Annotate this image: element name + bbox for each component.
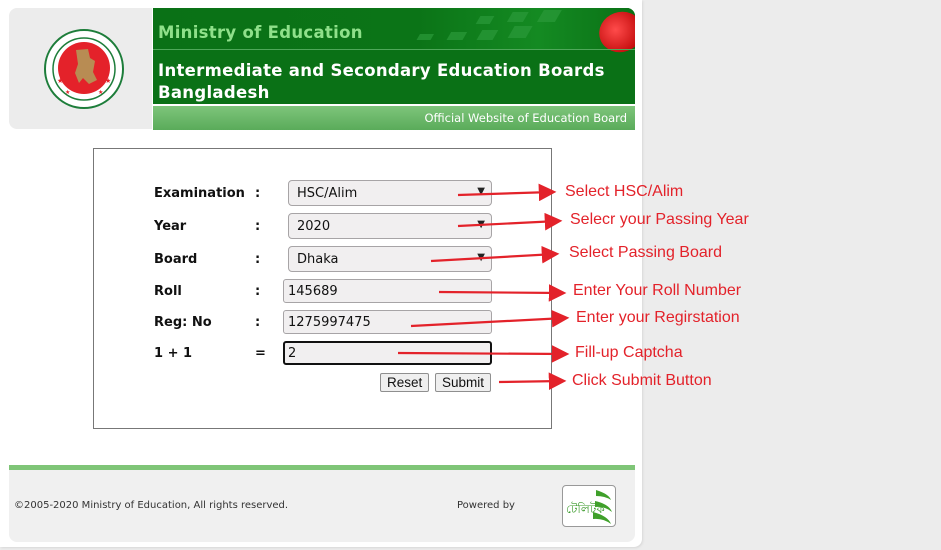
examination-colon: : bbox=[255, 186, 261, 201]
reg-no-input[interactable]: 1275997475 bbox=[283, 310, 492, 334]
roll-colon: : bbox=[255, 284, 261, 299]
year-label: Year bbox=[154, 219, 187, 234]
year-value: 2020 bbox=[297, 219, 331, 234]
year-colon: : bbox=[255, 219, 261, 234]
reset-button[interactable]: Reset bbox=[380, 373, 430, 392]
svg-text:★: ★ bbox=[105, 77, 111, 85]
banner-pattern-icon bbox=[416, 10, 562, 40]
chevron-down-icon: ▼ bbox=[477, 219, 485, 230]
boards-title-line2: Bangladesh bbox=[158, 83, 270, 102]
teletalk-logo[interactable]: টেলিটক bbox=[562, 485, 616, 527]
header-banner: Ministry of Education Intermediate and S… bbox=[153, 8, 635, 104]
chevron-down-icon: ▼ bbox=[477, 252, 485, 263]
boards-title: Intermediate and Secondary Education Boa… bbox=[158, 60, 605, 104]
teletalk-logo-icon: টেলিটক bbox=[566, 490, 612, 524]
annotation-year: Selecr your Passing Year bbox=[570, 211, 749, 228]
ministry-title: Ministry of Education bbox=[158, 23, 363, 42]
government-seal-icon: ★ ★ ★ ★ bbox=[44, 29, 124, 109]
svg-text:★: ★ bbox=[57, 77, 63, 85]
annotation-roll: Enter Your Roll Number bbox=[573, 282, 742, 299]
subtitle-bar: Official Website of Education Board bbox=[153, 105, 635, 130]
annotation-examination: Select HSC/Alim bbox=[565, 183, 684, 200]
board-value: Dhaka bbox=[297, 252, 339, 267]
roll-input[interactable]: 145689 bbox=[283, 279, 492, 303]
annotation-submit: Click Submit Button bbox=[572, 372, 712, 389]
examination-label: Examination bbox=[154, 186, 245, 201]
chevron-down-icon: ▼ bbox=[477, 186, 485, 197]
board-colon: : bbox=[255, 252, 261, 267]
boards-title-line1: Intermediate and Secondary Education Boa… bbox=[158, 61, 605, 80]
copyright-text: ©2005-2020 Ministry of Education, All ri… bbox=[14, 500, 289, 511]
examination-value: HSC/Alim bbox=[297, 186, 358, 201]
captcha-equals: = bbox=[255, 346, 266, 361]
roll-label: Roll bbox=[154, 284, 182, 299]
svg-text:★: ★ bbox=[65, 89, 70, 96]
logo-box: ★ ★ ★ ★ bbox=[9, 8, 152, 129]
footer: ©2005-2020 Ministry of Education, All ri… bbox=[9, 470, 635, 542]
svg-text:★: ★ bbox=[98, 89, 103, 96]
annotation-captcha: Fill-up Captcha bbox=[575, 344, 683, 361]
subtitle-text: Official Website of Education Board bbox=[424, 111, 627, 125]
reg-no-label: Reg: No bbox=[154, 315, 212, 330]
annotation-board: Select Passing Board bbox=[569, 244, 722, 261]
reg-no-colon: : bbox=[255, 315, 261, 330]
board-label: Board bbox=[154, 252, 198, 267]
board-select[interactable]: Dhaka ▼ bbox=[288, 246, 492, 272]
powered-by-text: Powered by bbox=[457, 500, 515, 511]
captcha-input[interactable]: 2 bbox=[283, 341, 492, 365]
examination-select[interactable]: HSC/Alim ▼ bbox=[288, 180, 492, 206]
captcha-label: 1 + 1 bbox=[154, 346, 193, 361]
annotation-registration: Enter your Regirstation bbox=[576, 309, 740, 326]
submit-button[interactable]: Submit bbox=[435, 373, 492, 392]
page-container: ★ ★ ★ ★ Ministry of Education Intermedia… bbox=[0, 0, 642, 547]
banner-separator bbox=[153, 49, 635, 50]
year-select[interactable]: 2020 ▼ bbox=[288, 213, 492, 239]
